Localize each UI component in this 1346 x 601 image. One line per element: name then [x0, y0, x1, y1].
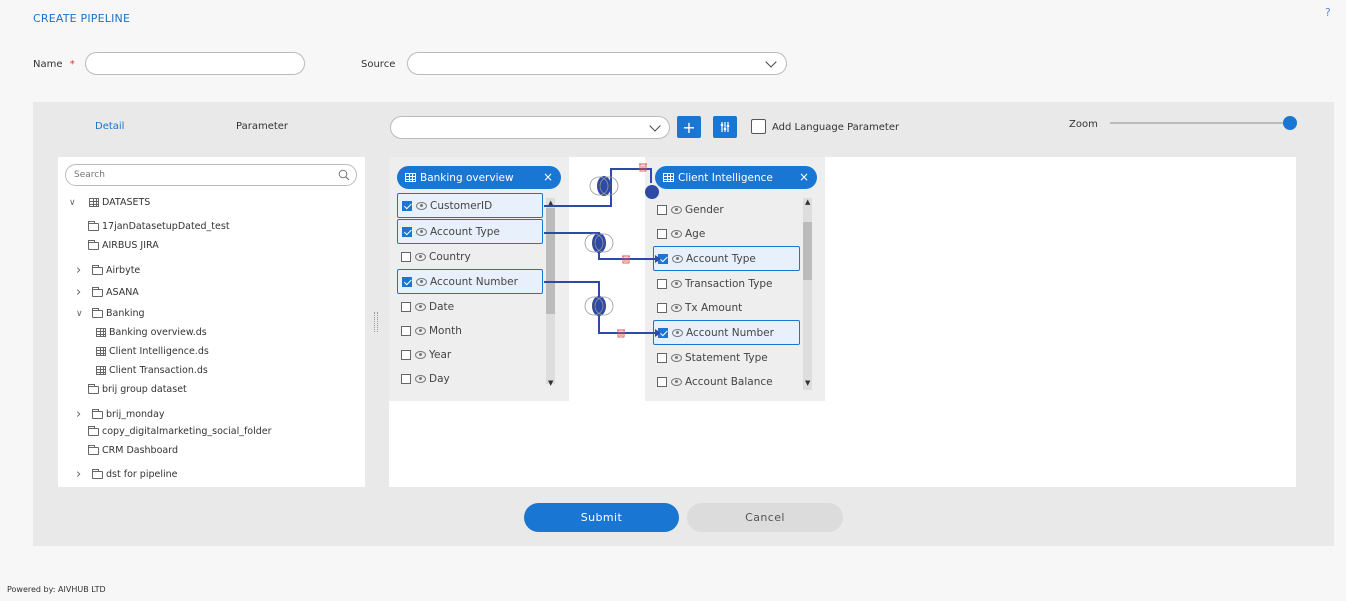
filter-settings-button[interactable]	[713, 116, 737, 138]
dataset-tree-panel: ∨ DATASETS 17janDatasetupDated_test AIRBU…	[58, 157, 365, 487]
tree-search-box[interactable]	[65, 164, 357, 186]
tree-item-label: 17janDatasetupDated_test	[102, 221, 230, 232]
zoom-slider-track[interactable]	[1110, 122, 1290, 124]
chevron-right-icon[interactable]: ›	[76, 407, 92, 422]
chevron-down-icon	[765, 56, 777, 68]
tree-item-label: dst for pipeline	[106, 469, 178, 480]
tree-item-label: Banking	[106, 308, 145, 319]
folder-icon	[92, 307, 103, 318]
table-icon	[96, 328, 106, 337]
tree-item[interactable]: AIRBUS JIRA	[88, 239, 159, 251]
folder-icon	[92, 408, 103, 419]
tree-item[interactable]: CRM Dashboard	[88, 444, 178, 456]
tree-item-label: Banking overview.ds	[109, 327, 207, 338]
tree-item-label: brij group dataset	[102, 384, 187, 395]
parameter-select[interactable]	[390, 116, 670, 139]
help-icon[interactable]: ?	[1325, 6, 1331, 19]
name-label-text: Name	[33, 59, 63, 70]
zoom-slider-handle[interactable]	[1283, 116, 1297, 130]
join-badge-b: B	[608, 184, 612, 190]
tree-item[interactable]: › dst for pipeline	[76, 467, 178, 482]
tree-item-label: ASANA	[106, 287, 139, 298]
join-badge-a: A	[597, 184, 601, 190]
tab-parameter[interactable]: Parameter	[236, 121, 288, 132]
tree-item-label: Airbyte	[106, 265, 141, 276]
add-language-checkbox[interactable]	[751, 119, 766, 134]
tree-item[interactable]: › brij_monday	[76, 407, 165, 422]
join-type-badge[interactable]	[589, 176, 619, 196]
folder-icon	[88, 444, 99, 455]
chevron-right-icon[interactable]: ›	[76, 467, 92, 482]
folder-icon	[88, 239, 99, 250]
cancel-button[interactable]: Cancel	[687, 503, 843, 532]
tree-item[interactable]: › Airbyte	[76, 263, 140, 278]
chevron-right-icon[interactable]: ›	[76, 263, 92, 278]
tree-item-label: copy_digitalmarketing_social_folder	[102, 426, 272, 437]
submit-button[interactable]: Submit	[524, 503, 679, 532]
join-badge-a: A	[592, 241, 596, 247]
table-icon	[96, 347, 106, 356]
source-label: Source	[361, 59, 396, 70]
page-title: CREATE PIPELINE	[33, 12, 131, 25]
tree-item[interactable]: Banking overview.ds	[96, 327, 207, 338]
tree-item[interactable]: brij group dataset	[88, 383, 187, 395]
chevron-down-icon: ∨	[69, 197, 76, 208]
zoom-label: Zoom	[1069, 119, 1098, 130]
required-mark: *	[69, 59, 75, 70]
join-type-badge[interactable]	[584, 296, 614, 316]
join-type-badge[interactable]	[584, 233, 614, 253]
panel-resize-handle[interactable]	[374, 312, 378, 332]
tree-item[interactable]: Client Intelligence.ds	[96, 346, 209, 357]
connector-dot[interactable]	[645, 185, 659, 199]
tab-detail[interactable]: Detail	[95, 121, 124, 132]
tree-item-label: Client Intelligence.ds	[109, 346, 209, 357]
tree-item[interactable]: Client Transaction.ds	[96, 365, 208, 376]
tree-item[interactable]: 17janDatasetupDated_test	[88, 220, 230, 232]
tree-item-label: brij_monday	[106, 409, 165, 420]
name-input[interactable]	[85, 52, 305, 75]
folder-icon	[92, 264, 103, 275]
add-language-label: Add Language Parameter	[772, 122, 900, 133]
folder-icon	[88, 220, 99, 231]
chevron-down-icon[interactable]: ∨	[76, 309, 92, 319]
arrow-heads	[655, 255, 661, 337]
folder-icon	[88, 383, 99, 394]
chevron-right-icon[interactable]: ›	[76, 285, 92, 300]
source-select[interactable]	[407, 52, 787, 75]
tree-root[interactable]: ∨ DATASETS	[69, 197, 150, 208]
folder-icon	[92, 286, 103, 297]
table-icon	[89, 198, 99, 207]
join-links: A B A B A B	[544, 163, 661, 338]
chevron-down-icon	[649, 120, 661, 132]
join-badge-a: A	[592, 304, 596, 310]
name-label: Name *	[33, 59, 75, 70]
folder-icon	[92, 468, 103, 479]
add-parameter-button[interactable]: +	[677, 116, 701, 138]
tree-item[interactable]: ∨ Banking	[76, 307, 145, 319]
footer-powered-by: Powered by: AIVHUB LTD	[7, 585, 106, 594]
tree-item-label: Client Transaction.ds	[109, 365, 208, 376]
tree-root-label: DATASETS	[102, 197, 151, 208]
tree-item[interactable]: › ASANA	[76, 285, 139, 300]
table-icon	[96, 366, 106, 375]
tree-search-input[interactable]	[74, 170, 334, 180]
tree-item[interactable]: copy_digitalmarketing_social_folder	[88, 425, 272, 437]
tree-item-label: CRM Dashboard	[102, 445, 178, 456]
folder-icon	[88, 425, 99, 436]
join-badge-b: B	[603, 241, 607, 247]
tree-item-label: AIRBUS JIRA	[102, 240, 159, 251]
sliders-icon	[720, 122, 730, 132]
search-icon	[338, 169, 350, 181]
join-badge-b: B	[603, 304, 607, 310]
